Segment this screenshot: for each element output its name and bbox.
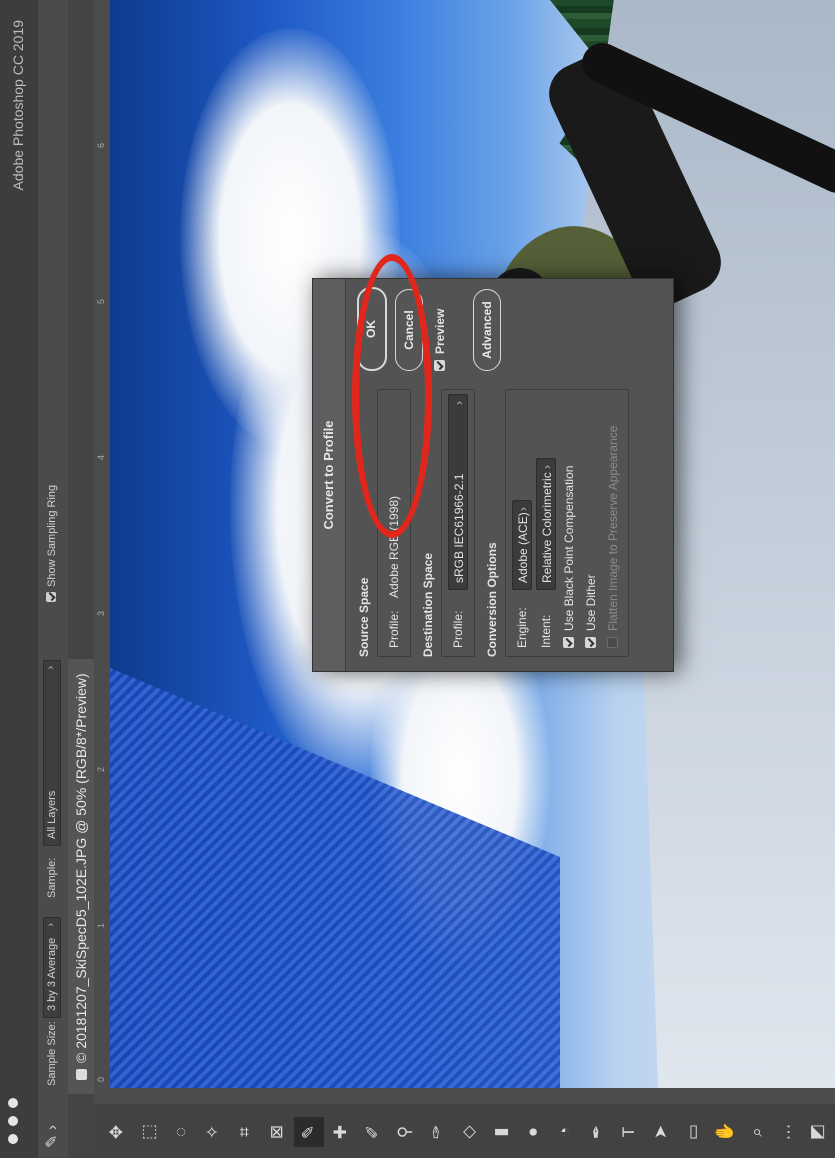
- zoom-window-button[interactable]: [8, 1098, 18, 1108]
- type-tool-icon[interactable]: T: [614, 1117, 644, 1147]
- show-sampling-ring-label: Show Sampling Ring: [46, 484, 58, 587]
- copyright-icon: ©: [73, 1052, 89, 1063]
- dither-label: Use Dither: [584, 574, 598, 631]
- gradient-tool-icon[interactable]: ▮: [486, 1117, 516, 1147]
- ruler-tick: 3: [96, 610, 106, 616]
- hand-tool-icon[interactable]: ✋: [710, 1117, 740, 1147]
- vertical-ruler: [94, 1088, 835, 1104]
- intent-value: Relative Colorimetric: [540, 472, 554, 583]
- destination-profile-value: sRGB IEC61966-2.1: [452, 473, 466, 583]
- app-title: Adobe Photoshop CC 2019: [10, 20, 26, 191]
- ruler-tick: 0: [96, 1076, 106, 1082]
- sample-label: Sample:: [46, 857, 58, 898]
- rectangle-tool-icon[interactable]: ▭: [678, 1117, 708, 1147]
- intent-label: Intent:: [539, 614, 553, 648]
- preview-label: Preview: [433, 308, 447, 354]
- sample-size-label: Sample Size:: [46, 1021, 58, 1086]
- document-icon: [76, 1069, 87, 1080]
- ruler-tick: 1: [96, 922, 106, 928]
- tools-panel: ✥ ⬚ ◌ ✧ ⌗ ⊠ ✎ ✚ ✐ ⚲ ✑ ◇ ▮ ● ◔ ✒ T ➤ ▭ ✋ …: [94, 1104, 835, 1158]
- chevron-down-icon: ›: [45, 665, 57, 670]
- document-tab-bar: © 20181207_SkiSpecD5_102E.JPG @ 50% (RGB/…: [68, 0, 94, 1158]
- destination-space-box: Profile: sRGB IEC61966-2.1 ›: [441, 389, 475, 657]
- conversion-options-group: Conversion Options Engine: Adobe (ACE) ›…: [485, 389, 629, 657]
- black-point-checkbox[interactable]: Use Black Point Compensation: [558, 398, 580, 648]
- intent-row: Intent: Relative Colorimetric ›: [534, 398, 558, 648]
- pen-tool-icon[interactable]: ✒: [582, 1117, 612, 1147]
- minimize-window-button[interactable]: [8, 1116, 18, 1126]
- quick-select-tool-icon[interactable]: ✧: [198, 1117, 228, 1147]
- color-swatches-icon[interactable]: ◩: [802, 1117, 832, 1147]
- history-brush-tool-icon[interactable]: ✑: [422, 1117, 452, 1147]
- document-title: 20181207_SkiSpecD5_102E.JPG @ 50% (RGB/8…: [73, 673, 89, 1049]
- brush-tool-icon[interactable]: ✐: [358, 1117, 388, 1147]
- ruler-tick: 6: [96, 142, 106, 148]
- eyedropper-tool-icon[interactable]: ✎ ›: [42, 1125, 62, 1148]
- eyedropper-tool-icon[interactable]: ✎: [294, 1117, 324, 1147]
- ruler-tick: 5: [96, 298, 106, 304]
- title-bar: Adobe Photoshop CC 2019: [0, 0, 38, 1158]
- flatten-checkbox[interactable]: Flatten Image to Preserve Appearance: [602, 398, 624, 648]
- path-selection-tool-icon[interactable]: ➤: [646, 1117, 676, 1147]
- checkbox-checked-icon: [46, 592, 56, 602]
- horizontal-ruler: 0 1 2 3 4 5 6: [94, 0, 111, 1088]
- black-point-label: Use Black Point Compensation: [562, 465, 576, 631]
- destination-profile-select[interactable]: sRGB IEC61966-2.1 ›: [448, 394, 468, 590]
- red-highlight-ellipse: [352, 254, 432, 538]
- conversion-options-heading: Conversion Options: [485, 542, 499, 657]
- options-bar: ✎ › Sample Size: 3 by 3 Average › Sample…: [38, 0, 69, 1158]
- clone-stamp-tool-icon[interactable]: ⚲: [390, 1117, 420, 1147]
- blur-tool-icon[interactable]: ●: [518, 1117, 548, 1147]
- intent-select[interactable]: Relative Colorimetric ›: [536, 458, 556, 590]
- sample-value: All Layers: [46, 790, 58, 839]
- dither-checkbox[interactable]: Use Dither: [580, 398, 602, 648]
- advanced-button[interactable]: Advanced: [473, 289, 501, 371]
- chevron-down-icon: ›: [452, 401, 466, 405]
- engine-select[interactable]: Adobe (ACE) ›: [512, 500, 532, 590]
- checkbox-unchecked-icon: [607, 637, 618, 648]
- chevron-down-icon: ›: [516, 507, 530, 511]
- photoshop-window: Adobe Photoshop CC 2019 ✎ › Sample Size:…: [0, 0, 835, 1158]
- preview-checkbox[interactable]: Preview: [433, 309, 447, 371]
- document-tab[interactable]: © 20181207_SkiSpecD5_102E.JPG @ 50% (RGB/…: [68, 659, 94, 1094]
- close-window-button[interactable]: [8, 1134, 18, 1144]
- more-tools-icon[interactable]: ⋯: [774, 1117, 804, 1147]
- show-sampling-ring-checkbox[interactable]: Show Sampling Ring: [46, 485, 58, 602]
- crop-tool-icon[interactable]: ⌗: [230, 1117, 260, 1147]
- engine-label: Engine:: [515, 607, 529, 648]
- dialog-title: Convert to Profile: [313, 279, 346, 671]
- ruler-tick: 2: [96, 766, 106, 772]
- conversion-options-box: Engine: Adobe (ACE) › Intent: Relative C…: [505, 389, 629, 657]
- healing-brush-tool-icon[interactable]: ✚: [326, 1117, 356, 1147]
- sample-size-value: 3 by 3 Average: [46, 937, 58, 1011]
- engine-value: Adobe (ACE): [516, 512, 530, 583]
- flatten-label: Flatten Image to Preserve Appearance: [606, 425, 620, 631]
- eraser-tool-icon[interactable]: ◇: [454, 1117, 484, 1147]
- checkbox-checked-icon: [563, 637, 574, 648]
- destination-profile-row: Profile: sRGB IEC61966-2.1 ›: [446, 394, 470, 648]
- engine-row: Engine: Adobe (ACE) ›: [510, 398, 534, 648]
- lasso-tool-icon[interactable]: ◌: [166, 1117, 196, 1147]
- move-tool-icon[interactable]: ✥: [102, 1117, 132, 1147]
- marquee-tool-icon[interactable]: ⬚: [134, 1117, 164, 1147]
- chevron-down-icon: ›: [45, 922, 57, 927]
- checkbox-checked-icon: [585, 637, 596, 648]
- frame-tool-icon[interactable]: ⊠: [262, 1117, 292, 1147]
- checkbox-checked-icon: [434, 360, 445, 371]
- ruler-tick: 4: [96, 454, 106, 460]
- sample-size-select[interactable]: 3 by 3 Average ›: [43, 916, 61, 1018]
- dodge-tool-icon[interactable]: ◔: [550, 1117, 580, 1147]
- destination-profile-label: Profile:: [451, 610, 465, 648]
- chevron-down-icon: ›: [540, 465, 554, 469]
- sample-select[interactable]: All Layers ›: [43, 659, 61, 846]
- zoom-tool-icon[interactable]: ⌕: [742, 1117, 772, 1147]
- source-profile-label: Profile:: [387, 610, 401, 648]
